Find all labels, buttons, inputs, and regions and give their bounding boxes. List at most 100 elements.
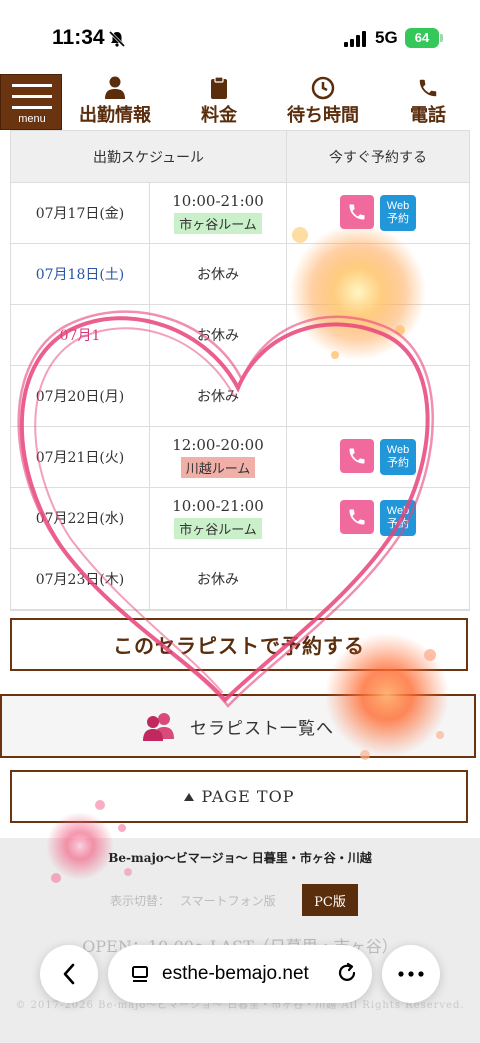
- phone-icon: [349, 448, 365, 464]
- date-cell: 07月22日(水): [11, 488, 150, 548]
- table-row: 07月20日(月) お休み: [11, 366, 469, 427]
- shift-time: 10:00-21:00: [172, 192, 264, 210]
- reserve-now-header: 今すぐ予約する: [287, 131, 469, 182]
- browser-back-button[interactable]: [40, 945, 98, 1003]
- schedule-table: 出勤スケジュール 今すぐ予約する 07月17日(金) 10:00-21:00 市…: [10, 130, 470, 611]
- page-top-button[interactable]: PAGE TOP: [10, 770, 468, 823]
- reserve-with-therapist-button[interactable]: このセラピストで予約する: [10, 618, 468, 671]
- smartphone-view-link[interactable]: スマートフォン版: [180, 892, 276, 909]
- bell-off-icon: [108, 30, 126, 48]
- date-text: 07月18日(土): [35, 267, 125, 283]
- day-off-text: お休み: [197, 328, 239, 344]
- clipboard-icon: [211, 76, 227, 99]
- table-row: 07月1 お休み: [11, 305, 469, 366]
- table-row: 07月18日(土) お休み: [11, 244, 469, 305]
- phone-icon: [349, 204, 365, 220]
- reserve-cell: [287, 244, 469, 304]
- reserve-cell: Web 予約: [287, 488, 469, 548]
- shift-cell: お休み: [150, 366, 287, 426]
- phone-icon: [419, 79, 437, 97]
- date-text: 07月21日(火): [35, 450, 125, 466]
- room-tag: 市ヶ谷ルーム: [174, 518, 262, 539]
- web-reserve-line2: 予約: [387, 518, 409, 530]
- phone-reserve-button[interactable]: [340, 195, 374, 229]
- therapist-list-button[interactable]: セラピスト一覧へ: [0, 694, 476, 758]
- date-text: 07月20日(月): [35, 389, 125, 405]
- nav-item-attendance[interactable]: 出勤情報: [74, 76, 156, 130]
- date-text: 07月1: [59, 328, 101, 344]
- web-reserve-line1: Web: [386, 505, 410, 517]
- shift-cell: 10:00-21:00 市ヶ谷ルーム: [150, 183, 287, 243]
- status-bar: 11:34 5G 64: [0, 0, 480, 74]
- day-off-text: お休み: [197, 572, 239, 588]
- view-switch-label: 表示切替：: [110, 894, 171, 908]
- network-type: 5G: [375, 28, 398, 47]
- nav-label-price: 料金: [201, 105, 237, 126]
- table-row: 07月17日(金) 10:00-21:00 市ヶ谷ルーム Web 予約: [11, 183, 469, 244]
- reserve-cell: [287, 549, 469, 609]
- nav-item-wait-time[interactable]: 待ち時間: [284, 76, 362, 130]
- web-reserve-button[interactable]: Web 予約: [380, 500, 416, 536]
- url-text: esthe-bemajo.net: [162, 963, 309, 984]
- footer: Be-majo～ビマージョ～ 日暮里・市ヶ谷・川越 表示切替： スマートフォン版…: [0, 838, 480, 1043]
- battery-tip: [440, 34, 443, 42]
- schedule-header-row: 出勤スケジュール 今すぐ予約する: [11, 131, 469, 183]
- table-row: 07月23日(木) お休み: [11, 549, 469, 610]
- shift-cell: 12:00-20:00 川越ルーム: [150, 427, 287, 487]
- therapist-list-label: セラピスト一覧へ: [190, 718, 334, 739]
- nav-label-wait-time: 待ち時間: [287, 105, 359, 126]
- date-cell: 07月18日(土): [11, 244, 150, 304]
- more-options-button[interactable]: [382, 945, 440, 1003]
- ellipsis-icon: [398, 971, 424, 977]
- address-bar[interactable]: esthe-bemajo.net: [108, 945, 372, 1003]
- web-reserve-line1: Web: [386, 444, 410, 456]
- reserve-now-label: 今すぐ予約する: [329, 149, 427, 166]
- day-off-text: お休み: [197, 267, 239, 283]
- schedule-header-label: 出勤スケジュール: [92, 149, 205, 166]
- clock-icon: [311, 76, 335, 100]
- reload-icon[interactable]: [336, 962, 358, 984]
- footer-site-name[interactable]: Be-majo～ビマージョ～ 日暮里・市ヶ谷・川越: [0, 849, 480, 866]
- date-text: 07月23日(木): [35, 572, 125, 588]
- phone-reserve-button[interactable]: [340, 439, 374, 473]
- shift-cell: お休み: [150, 244, 287, 304]
- table-row: 07月22日(水) 10:00-21:00 市ヶ谷ルーム Web 予約: [11, 488, 469, 549]
- web-reserve-line2: 予約: [387, 213, 409, 225]
- pc-view-button[interactable]: PC版: [302, 884, 358, 916]
- page-menu-icon: [132, 966, 148, 982]
- reserve-cell: [287, 366, 469, 426]
- people-icon: [143, 713, 174, 741]
- date-text: 07月22日(水): [35, 511, 125, 527]
- reserve-cell: Web 予約: [287, 183, 469, 243]
- chevron-left-icon: [63, 963, 75, 985]
- site-header: menu 出勤情報 料金 待ち時間 電話: [0, 74, 480, 130]
- date-cell: 07月21日(火): [11, 427, 150, 487]
- nav-item-phone[interactable]: 電話: [404, 76, 452, 130]
- page-top-label: PAGE TOP: [201, 787, 295, 806]
- shift-time: 10:00-21:00: [172, 497, 264, 515]
- person-icon: [105, 76, 125, 99]
- web-reserve-button[interactable]: Web 予約: [380, 195, 416, 231]
- web-reserve-line2: 予約: [387, 457, 409, 469]
- menu-label: menu: [18, 113, 46, 125]
- phone-reserve-button[interactable]: [340, 500, 374, 534]
- status-time: 11:34: [52, 26, 105, 49]
- date-cell: 07月23日(木): [11, 549, 150, 609]
- battery-icon: 64: [405, 28, 439, 48]
- date-cell: 07月20日(月): [11, 366, 150, 426]
- shift-cell: お休み: [150, 549, 287, 609]
- room-tag: 川越ルーム: [180, 457, 256, 478]
- phone-icon: [349, 509, 365, 525]
- web-reserve-line1: Web: [386, 200, 410, 212]
- reserve-with-therapist-label: このセラピストで予約する: [113, 634, 365, 658]
- reserve-cell: [287, 305, 469, 365]
- nav-item-price[interactable]: 料金: [194, 76, 244, 130]
- web-reserve-button[interactable]: Web 予約: [380, 439, 416, 475]
- signal-icon: [344, 31, 368, 47]
- menu-button[interactable]: menu: [0, 74, 62, 130]
- table-row: 07月21日(火) 12:00-20:00 川越ルーム Web 予約: [11, 427, 469, 488]
- shift-cell: お休み: [150, 305, 287, 365]
- date-text: 07月17日(金): [35, 206, 125, 222]
- day-off-text: お休み: [197, 389, 239, 405]
- reserve-cell: Web 予約: [287, 427, 469, 487]
